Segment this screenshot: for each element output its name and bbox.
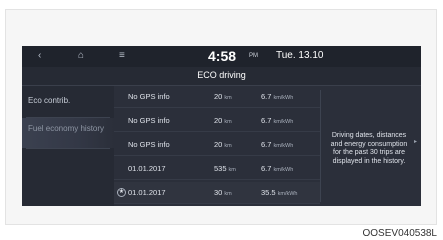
trip-distance: 30 km: [214, 188, 232, 197]
trip-efficiency: 6.7 km/kWh: [261, 116, 294, 125]
menu-divider: [26, 148, 110, 149]
trip-efficiency: 6.7 km/kWh: [261, 140, 294, 149]
list-item[interactable]: No GPS info 20 km 6.7 km/kWh: [114, 86, 320, 108]
date: Tue. 13.10: [276, 50, 324, 61]
infotainment-screen: ‹ ⌂ ≡ 4:58 PM Tue. 13.10 ECO driving Eco…: [22, 46, 421, 206]
trip-history-list: No GPS info 20 km 6.7 km/kWh No GPS info 2…: [114, 86, 320, 206]
list-item[interactable]: No GPS info 20 km 6.7 km/kWh: [114, 134, 320, 156]
trip-label: 01.01.2017: [128, 188, 166, 197]
trip-distance: 535 km: [214, 164, 236, 173]
trip-efficiency: 6.7 km/kWh: [261, 164, 294, 173]
star-icon: ★: [117, 188, 126, 197]
trip-label: No GPS info: [128, 140, 170, 149]
home-icon[interactable]: ⌂: [78, 49, 84, 63]
panel-divider: [320, 90, 321, 202]
list-item[interactable]: No GPS info 20 km 6.7 km/kWh: [114, 110, 320, 132]
title-bar: ECO driving: [22, 67, 421, 86]
trip-label: No GPS info: [128, 116, 170, 125]
back-icon[interactable]: ‹: [38, 49, 41, 63]
left-menu: Eco contrib. Fuel economy history: [22, 86, 114, 206]
menu-icon[interactable]: ≡: [119, 49, 125, 63]
trip-label: No GPS info: [128, 92, 170, 101]
trip-efficiency: 35.5 km/kWh: [261, 188, 298, 197]
info-text: Driving dates, distances and energy cons…: [330, 132, 408, 165]
figure-code: OOSEV040538L: [362, 228, 438, 239]
trip-efficiency: 6.7 km/kWh: [261, 92, 294, 101]
trip-distance: 20 km: [214, 92, 232, 101]
list-item[interactable]: 01.01.2017 535 km 6.7 km/kWh: [114, 158, 320, 180]
trip-distance: 20 km: [214, 116, 232, 125]
page-title: ECO driving: [197, 70, 246, 80]
trip-label: 01.01.2017: [128, 164, 166, 173]
chevron-right-icon[interactable]: ▸: [414, 138, 417, 145]
menu-item-fuel-economy-history[interactable]: Fuel economy history: [28, 124, 106, 134]
status-bar: ‹ ⌂ ≡ 4:58 PM Tue. 13.10: [22, 46, 421, 67]
menu-item-eco-contrib[interactable]: Eco contrib.: [28, 96, 70, 106]
trip-distance: 20 km: [214, 140, 232, 149]
clock: 4:58: [208, 48, 237, 64]
list-item[interactable]: ★ 01.01.2017 30 km 35.5 km/kWh: [114, 182, 320, 204]
clock-ampm: PM: [249, 53, 258, 59]
